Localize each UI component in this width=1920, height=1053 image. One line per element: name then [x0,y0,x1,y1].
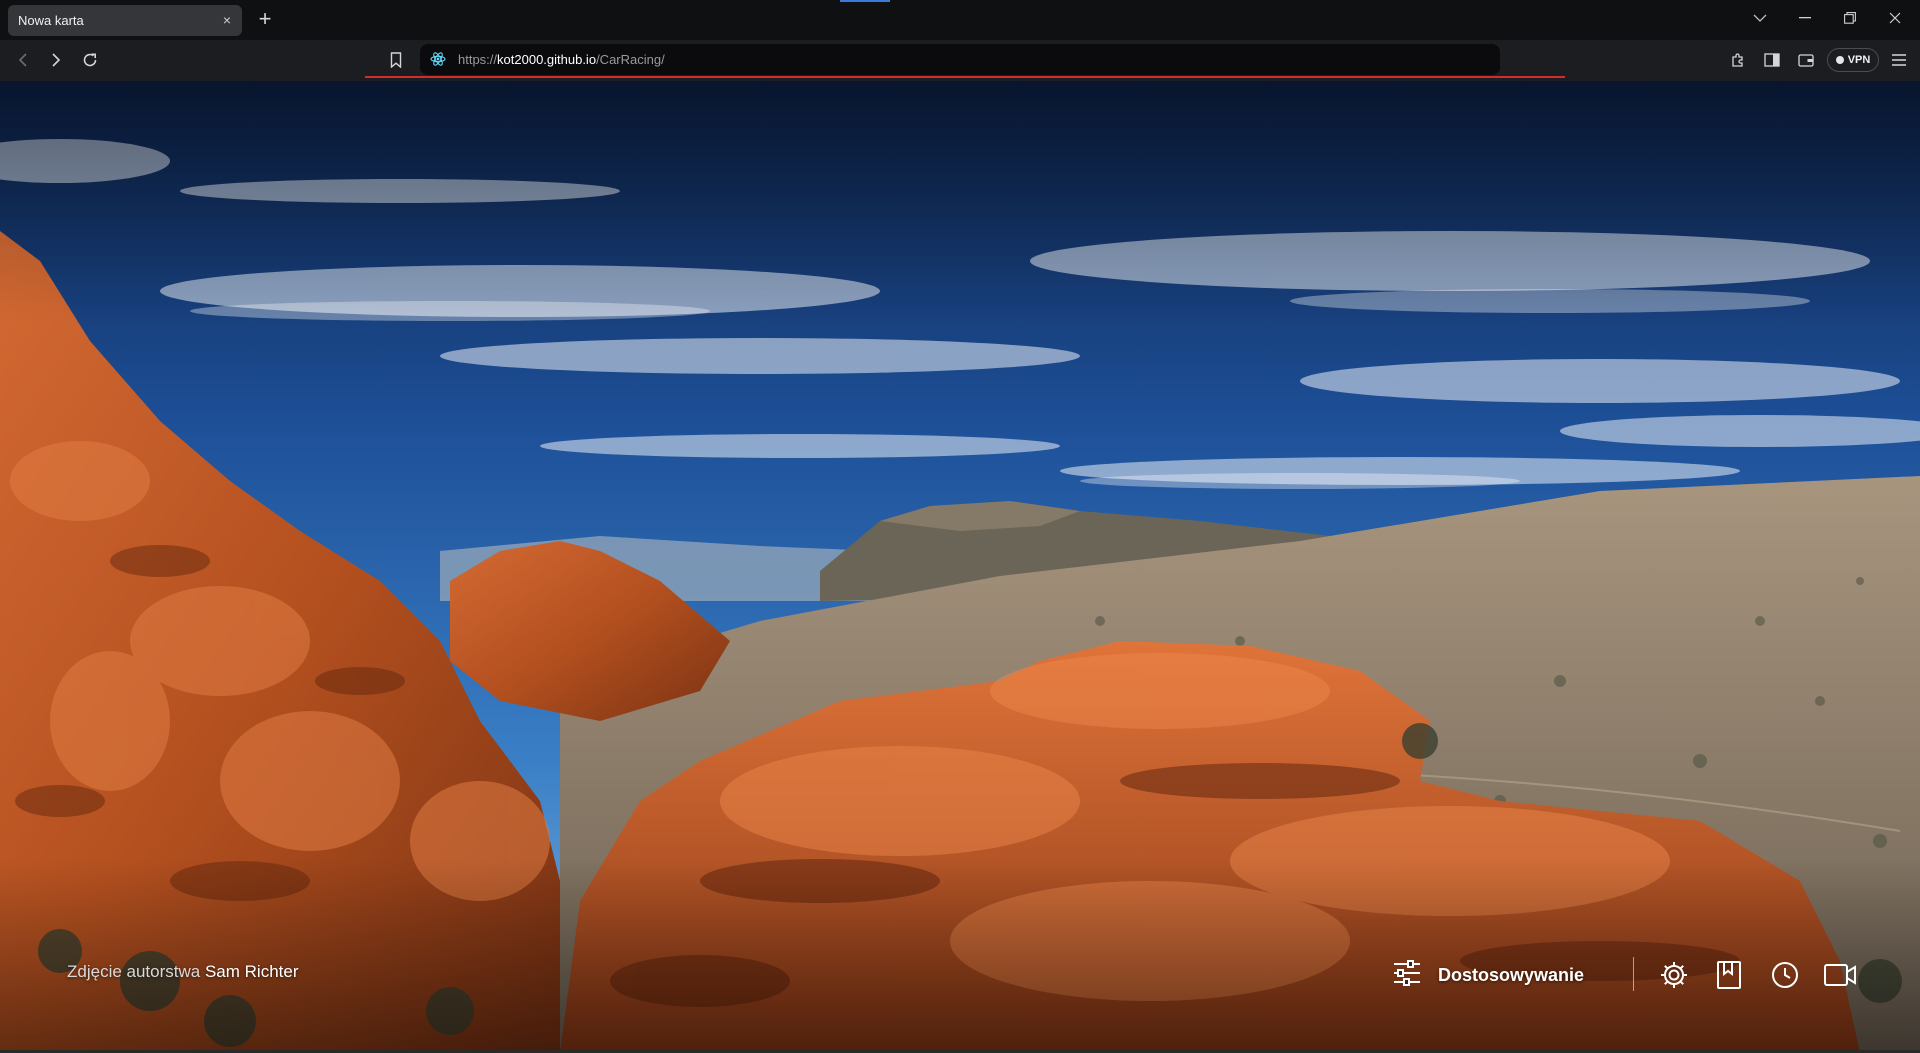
new-tab-button[interactable]: + [252,7,278,33]
photo-credit[interactable]: Zdjęcie autorstwa Sam Richter [67,962,299,982]
url-path: /CarRacing/ [596,52,665,67]
bookmarks-icon[interactable] [1711,957,1747,993]
new-tab-page: Zdjęcie autorstwa Sam Richter Dostosowyw… [0,81,1920,1053]
customize-label: Dostosowywanie [1438,964,1585,985]
background-landscape-photo [0,81,1920,1053]
sidebar-icon[interactable] [1759,47,1785,73]
wallet-icon[interactable] [1793,47,1819,73]
bookmark-icon[interactable] [383,47,409,73]
photo-credit-prefix: Zdjęcie autorstwa [67,962,201,981]
close-window-icon[interactable] [1875,4,1915,32]
forward-icon[interactable] [43,47,69,73]
url-host: kot2000.github.io [497,52,597,67]
customize-button[interactable]: Dostosowywanie [1392,957,1584,993]
tab-new-tab[interactable]: Nowa karta × [8,5,242,36]
menu-icon[interactable] [1886,47,1912,73]
video-camera-icon[interactable] [1822,957,1858,993]
back-icon[interactable] [10,47,36,73]
settings-gear-icon[interactable] [1656,957,1692,993]
url-text: https://kot2000.github.io/CarRacing/ [458,52,665,67]
reload-icon[interactable] [77,47,103,73]
tab-search-chevron-icon[interactable] [1740,4,1780,32]
page-loading-bar [365,76,1565,78]
tab-title: Nowa karta [18,13,84,28]
browser-toolbar: https://kot2000.github.io/CarRacing/ VPN [0,40,1920,81]
vpn-label: VPN [1847,54,1871,66]
vpn-button[interactable]: VPN [1827,48,1879,72]
extensions-icon[interactable] [1725,47,1751,73]
photo-credit-author[interactable]: Sam Richter [205,962,299,981]
vpn-shield-icon [1835,56,1844,64]
tab-strip: Nowa karta × + [0,0,1920,40]
url-scheme: https:// [458,52,498,67]
address-bar[interactable]: https://kot2000.github.io/CarRacing/ [420,44,1500,75]
tab-strip-accent [840,0,890,2]
minimize-icon[interactable] [1785,4,1825,32]
toolbar-divider [1633,957,1634,991]
restore-icon[interactable] [1830,4,1870,32]
close-tab-icon[interactable]: × [218,11,236,29]
history-icon[interactable] [1767,957,1803,993]
sliders-icon [1392,959,1422,992]
react-atom-icon [430,51,446,72]
